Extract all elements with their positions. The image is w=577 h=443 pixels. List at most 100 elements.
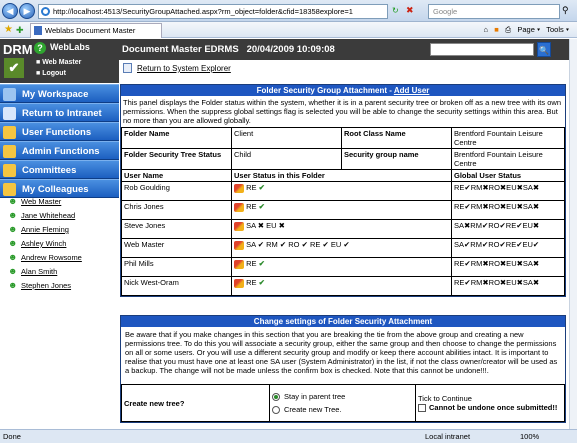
role-icon (234, 202, 244, 212)
user-global-status: SA✖RM✔RO✔RE✔EU✖ (451, 219, 565, 239)
colleague-link[interactable]: ☻ Andrew Rowsome (8, 253, 82, 263)
root-class-value: Brentford Fountain Leisure Centre (451, 127, 565, 149)
tab-title: Weblabs Document Master (45, 26, 136, 35)
folder-name-label: Folder Name (121, 127, 232, 149)
logout-link[interactable]: ■ Logout (36, 70, 66, 77)
person-icon: ☻ (8, 224, 18, 234)
add-user-link[interactable]: Add User (394, 86, 430, 95)
radio-stay-parent[interactable] (272, 393, 280, 402)
option-stay-parent[interactable]: Stay in parent tree (272, 390, 413, 403)
scrollbar[interactable] (569, 39, 577, 429)
address-bar[interactable]: http://localhost:4513/SecurityGroupAttac… (38, 4, 388, 19)
page-menu[interactable]: Page ▾ (517, 25, 540, 34)
intranet-zone: Local intranet (425, 432, 471, 441)
person-icon: ☻ (8, 280, 18, 290)
change-settings-panel: Change settings of Folder Security Attac… (120, 315, 566, 423)
drm-logo: DRM (3, 42, 33, 57)
users-icon (3, 126, 16, 139)
col-global-status: Global User Status (451, 169, 565, 182)
menu-my-workspace[interactable]: My Workspace (0, 84, 119, 103)
group-name-label: Security group name (341, 148, 452, 170)
browser-tab[interactable]: Weblabs Document Master (30, 23, 162, 38)
tree-options: Stay in parent tree Create new Tree. (269, 384, 416, 422)
colleague-link[interactable]: ☻ Ashley Winch (8, 238, 66, 249)
search-icon[interactable]: ⚲ (562, 5, 569, 16)
user-name: Rob Goulding (121, 181, 232, 201)
print-icon[interactable]: ⎙ (505, 25, 511, 34)
menu-committees[interactable]: Committees (0, 160, 119, 179)
radio-create-new[interactable] (272, 406, 280, 415)
root-class-label: Root Class Name (341, 127, 452, 149)
search-go-button[interactable]: 🔍 (537, 42, 551, 57)
zoom-level[interactable]: 100% (520, 430, 539, 443)
user-folder-status[interactable]: RE ✔ (231, 200, 452, 220)
address-url: http://localhost:4513/SecurityGroupAttac… (53, 7, 353, 16)
tick-label: Tick to Continue (418, 393, 472, 403)
col-user-status: User Status in this Folder (231, 169, 452, 182)
user-folder-status[interactable]: RE ✔ (231, 181, 452, 201)
person-icon: ☻ (8, 210, 18, 220)
user-folder-status[interactable]: SA ✔ RM ✔ RO ✔ RE ✔ EU ✔ (231, 238, 452, 258)
browser-search-input[interactable]: Google (428, 4, 560, 19)
user-folder-status[interactable]: RE ✔ (231, 276, 452, 296)
user-name: Web Master (121, 238, 232, 258)
colleague-link[interactable]: ☻ Annie Fleming (8, 224, 69, 235)
menu-my-colleagues[interactable]: My Colleagues (0, 179, 119, 198)
menu-user-functions[interactable]: User Functions (0, 122, 119, 141)
person-icon: ☻ (8, 196, 18, 206)
menu-return-intranet[interactable]: Return to Intranet (0, 103, 119, 122)
panel2-warning: Be aware that if you make changes in thi… (125, 330, 558, 375)
colleague-link[interactable]: ☻ Web Master (8, 196, 61, 207)
status-bar: Done Local intranet 100% (0, 429, 577, 443)
site-search-input[interactable] (430, 43, 534, 56)
role-icon (234, 183, 244, 193)
committees-icon (3, 164, 16, 177)
help-icon[interactable]: ? (34, 42, 46, 54)
user-folder-status[interactable]: SA ✖ EU ✖ (231, 219, 452, 239)
group-name-value: Brentford Fountain Leisure Centre (451, 148, 565, 170)
app-title: Document Master EDRMS (122, 44, 239, 55)
back-icon[interactable]: ◀ (2, 3, 18, 19)
user-link[interactable]: ■ Web Master (36, 59, 81, 66)
explorer-icon (123, 63, 132, 73)
return-link[interactable]: Return to System Explorer (123, 63, 231, 73)
user-global-status: RE✔RM✖RO✖EU✖SA✖ (451, 257, 565, 277)
menu-admin-functions[interactable]: Admin Functions (0, 141, 119, 160)
stop-icon[interactable]: ✖ (406, 5, 414, 16)
table-row: Web Master SA ✔ RM ✔ RO ✔ RE ✔ EU ✔ SA✔R… (121, 238, 565, 258)
role-icon (234, 278, 244, 288)
colleague-link[interactable]: ☻ Stephen Jones (8, 280, 71, 291)
colleague-link[interactable]: ☻ Alan Smith (8, 266, 57, 277)
create-tree-label: Create new tree? (121, 384, 270, 422)
security-attachment-panel: Folder Security Group Attachment - Add U… (120, 84, 566, 297)
ie-page-icon (41, 7, 50, 16)
colleagues-icon (3, 183, 16, 196)
colleague-link[interactable]: ☻ Jane Whitehead (8, 210, 75, 221)
col-user-name: User Name (121, 169, 232, 182)
option-create-new[interactable]: Create new Tree. (272, 403, 413, 416)
panel-header: Folder Security Group Attachment - Add U… (121, 85, 565, 96)
panel2-header: Change settings of Folder Security Attac… (121, 316, 565, 327)
forward-icon[interactable]: ▶ (19, 3, 35, 19)
tree-status-label: Folder Security Tree Status (121, 148, 232, 170)
panel-intro: This panel displays the Folder status wi… (123, 98, 561, 125)
product-name: WebLabs (50, 42, 90, 52)
user-global-status: SA✔RM✔RO✔RE✔EU✔ (451, 238, 565, 258)
admin-icon (3, 145, 16, 158)
user-name: Phil Mills (121, 257, 232, 277)
user-global-status: RE✔RM✖RO✖EU✖SA✖ (451, 181, 565, 201)
tools-menu[interactable]: Tools ▾ (546, 25, 569, 34)
favorites-star-icon[interactable]: ★ (4, 24, 13, 35)
confirm-cell: Tick to Continue Cannot be undone once s… (415, 384, 565, 422)
person-icon: ☻ (8, 238, 18, 248)
home-icon[interactable]: ⌂ (484, 25, 489, 34)
refresh-icon[interactable]: ↻ (392, 6, 399, 15)
user-folder-status[interactable]: RE ✔ (231, 257, 452, 277)
add-favorite-icon[interactable]: ✚ (16, 25, 24, 36)
folder-info-table: Folder Name Client Root Class Name Brent… (121, 127, 565, 296)
folder-name-value: Client (231, 127, 342, 149)
person-icon: ☻ (8, 266, 18, 276)
feeds-icon[interactable]: ■ (494, 25, 499, 34)
confirm-checkbox[interactable] (418, 404, 426, 412)
confirm-checkbox-row[interactable]: Cannot be undone once submitted!! (418, 403, 562, 412)
